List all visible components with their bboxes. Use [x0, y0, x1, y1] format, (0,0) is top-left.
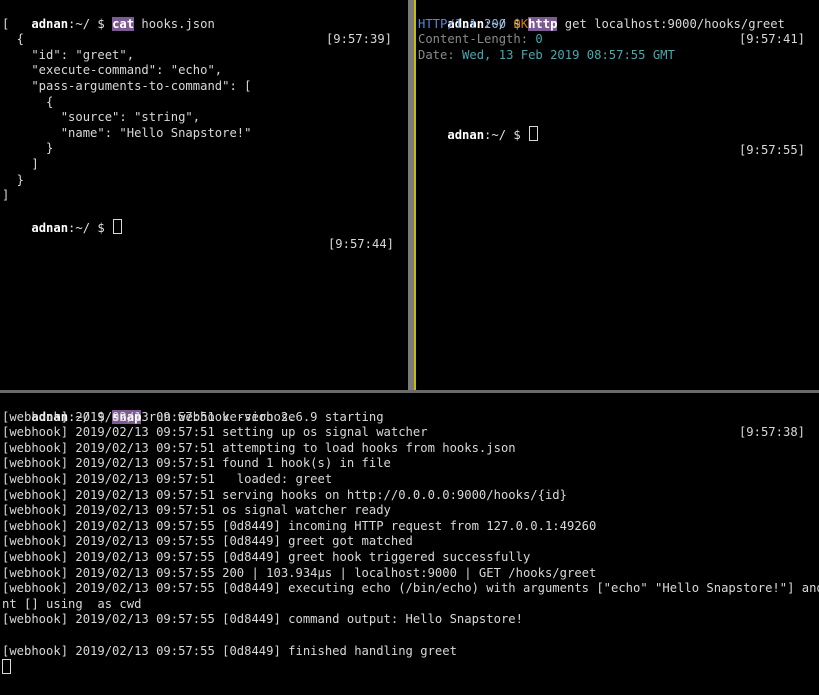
- json-line: {: [2, 94, 54, 109]
- prompt-line: adnan:~/ $ snap run webhook -verbose [9:…: [2, 394, 817, 439]
- json-line: [: [2, 16, 10, 31]
- header-key: Content-Length: [418, 32, 521, 47]
- log-line: [webhook] 2019/02/13 09:57:55 200 | 103.…: [2, 565, 597, 580]
- log-line: [webhook] 2019/02/13 09:57:51 found 1 ho…: [2, 456, 391, 471]
- log-line: [webhook] 2019/02/13 09:57:55 [0d8449] i…: [2, 518, 597, 533]
- json-line: "source": "string",: [2, 110, 201, 125]
- prompt-line: adnan:~/ $ http get localhost:9000/hooks…: [418, 1, 817, 46]
- log-line: [webhook] 2019/02/13 09:57:55 [0d8449] g…: [2, 550, 531, 564]
- timestamp: [9:57:44]: [327, 236, 394, 251]
- log-line: [webhook] 2019/02/13 09:57:51 attempting…: [2, 440, 516, 455]
- header-key: Date: [418, 47, 448, 62]
- json-line: {: [2, 32, 25, 47]
- json-line: }: [2, 172, 25, 187]
- log-line: [webhook] 2019/02/13 09:57:55 [0d8449] g…: [2, 534, 413, 549]
- terminal-cursor[interactable]: [529, 125, 539, 141]
- header-content-length: Content-Length: 0: [418, 32, 817, 48]
- json-line: }: [2, 141, 54, 156]
- json-line: "name": "Hello Snapstore!": [2, 125, 252, 140]
- log-line: [webhook] 2019/02/13 09:57:51 os signal …: [2, 503, 391, 518]
- prompt-path: :~/ $: [484, 127, 529, 142]
- prompt-user: adnan: [31, 221, 69, 236]
- json-line: "id": "greet",: [2, 47, 135, 62]
- json-line: "pass-arguments-to-command": [: [2, 79, 252, 93]
- timestamp: [9:57:55]: [738, 143, 805, 158]
- json-line: ]: [2, 188, 10, 203]
- log-line: [webhook] 2019/02/13 09:57:55 [0d8449] c…: [2, 612, 523, 627]
- terminal-pane-bottom[interactable]: adnan:~/ $ snap run webhook -verbose [9:…: [0, 393, 819, 695]
- http-status-code: 200: [476, 16, 507, 31]
- log-line: [webhook] 2019/02/13 09:57:51 version 2.…: [2, 409, 384, 424]
- log-line: nt [] using as cwd: [2, 596, 142, 611]
- prompt-path: :~/ $: [68, 221, 113, 236]
- terminal-cursor[interactable]: [2, 659, 11, 675]
- header-sep: :: [520, 32, 536, 47]
- header-value: Wed, 13 Feb 2019 08:57:55 GMT: [462, 47, 675, 62]
- terminal-cursor[interactable]: [113, 219, 123, 235]
- http-status-line: HTTP/1.1 200 OK: [418, 17, 817, 33]
- prompt-line: adnan:~/ $ cat hooks.json [9:57:39]: [2, 1, 404, 46]
- log-line: [webhook] 2019/02/13 09:57:51 serving ho…: [2, 487, 567, 502]
- terminal-pane-top-right[interactable]: adnan:~/ $ http get localhost:9000/hooks…: [416, 0, 819, 390]
- log-line: [webhook] 2019/02/13 09:57:55 [0d8449] e…: [2, 581, 819, 596]
- terminal-pane-top-left[interactable]: adnan:~/ $ cat hooks.json [9:57:39] [ { …: [0, 0, 406, 390]
- log-line: [webhook] 2019/02/13 09:57:51 loaded: gr…: [2, 472, 333, 486]
- http-version: 1.1: [454, 16, 477, 31]
- prompt-line: adnan:~/ $ [9:57:44]: [2, 204, 404, 251]
- log-line: [webhook] 2019/02/13 09:57:51 setting up…: [2, 425, 428, 440]
- cursor-line: [2, 659, 817, 675]
- log-line: [webhook] 2019/02/13 09:57:55 [0d8449] f…: [2, 643, 457, 658]
- json-line: "execute-command": "echo",: [2, 63, 223, 78]
- http-status-text: OK: [506, 16, 529, 31]
- header-sep: :: [447, 47, 463, 62]
- header-value: 0: [535, 32, 543, 47]
- prompt-user: adnan: [447, 127, 485, 142]
- header-date: Date: Wed, 13 Feb 2019 08:57:55 GMT: [418, 48, 817, 64]
- json-line: ]: [2, 157, 39, 171]
- prompt-line: adnan:~/ $ [9:57:55]: [418, 110, 817, 157]
- http-protocol: HTTP/: [418, 16, 455, 31]
